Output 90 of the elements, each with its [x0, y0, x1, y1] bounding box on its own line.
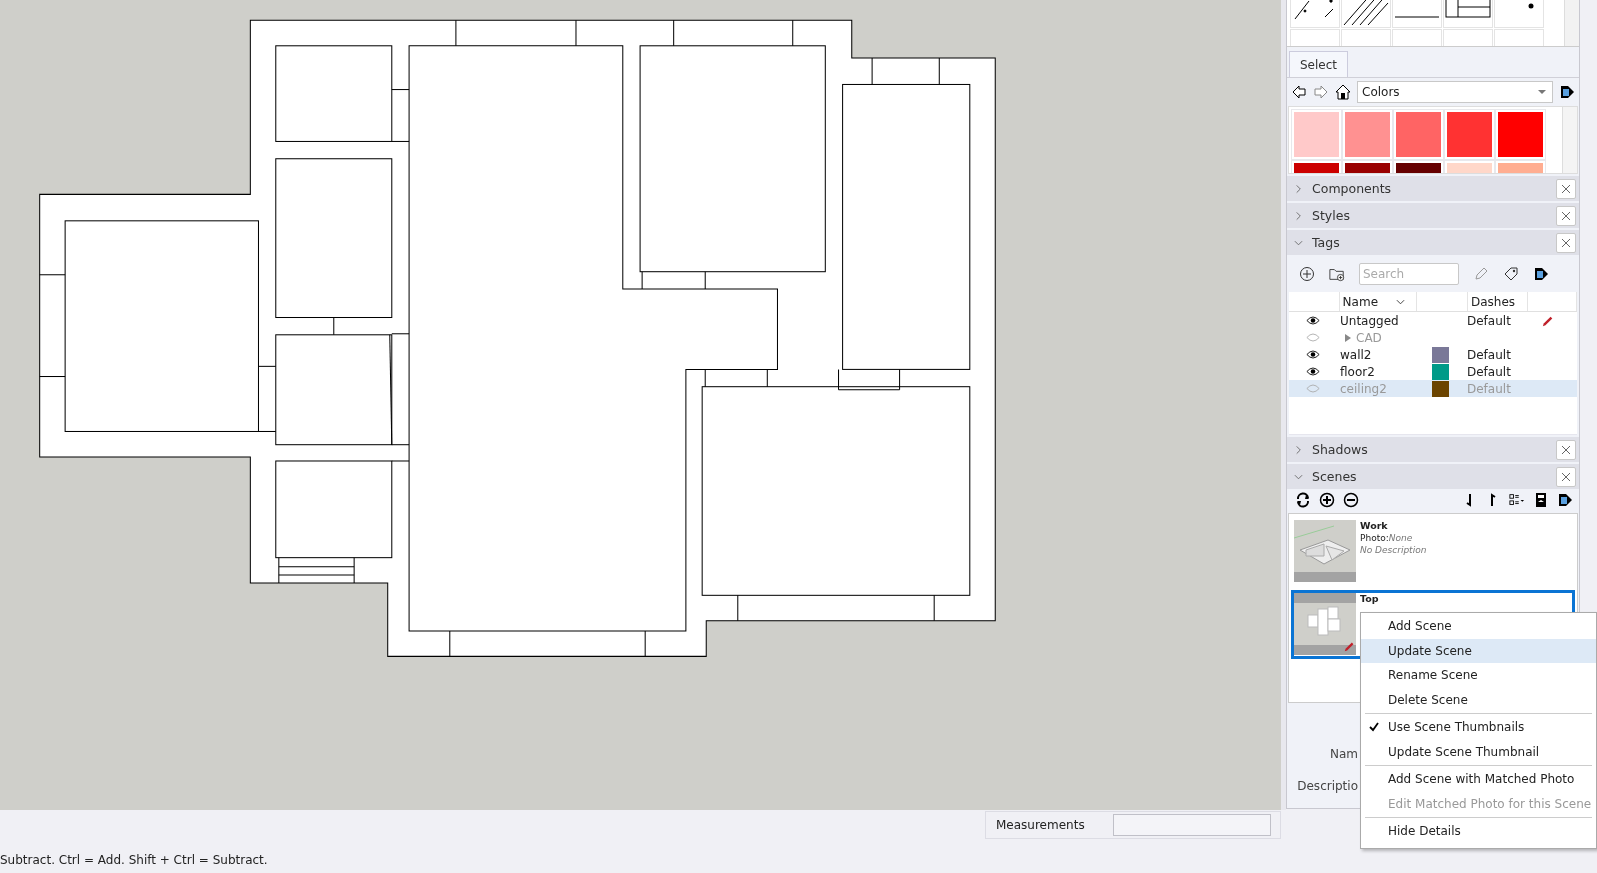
column-header[interactable]: Name: [1342, 294, 1378, 309]
close-icon: [1561, 237, 1571, 248]
forward-arrow-icon[interactable]: [1313, 84, 1329, 100]
color-swatch[interactable]: [1294, 112, 1339, 157]
tag-row[interactable]: floor2 Default: [1289, 363, 1577, 380]
search-field[interactable]: Search: [1359, 263, 1459, 285]
scrollbar[interactable]: [1564, 0, 1579, 46]
details-icon[interactable]: [1557, 492, 1573, 508]
close-button[interactable]: [1556, 466, 1576, 487]
scene-name: Work: [1360, 520, 1389, 532]
close-icon: [1561, 471, 1571, 482]
dashes-value[interactable]: Default: [1467, 364, 1511, 379]
texture-swatch[interactable]: [1495, 0, 1543, 27]
details-icon[interactable]: [1559, 84, 1575, 100]
menu-item[interactable]: Update Scene: [1361, 638, 1596, 663]
tray-title: Shadows: [1312, 442, 1369, 457]
menu-item[interactable]: Update Scene Thumbnail: [1361, 739, 1596, 764]
close-button[interactable]: [1556, 439, 1576, 460]
color-swatch[interactable]: [1447, 112, 1492, 157]
column-header[interactable]: Dashes: [1471, 294, 1516, 309]
scrollbar[interactable]: [1562, 107, 1577, 173]
menu-item[interactable]: Rename Scene: [1361, 663, 1596, 688]
dashes-value[interactable]: Default: [1467, 347, 1511, 362]
eye-icon[interactable]: [1306, 350, 1320, 359]
folder-add-icon[interactable]: [1329, 266, 1345, 282]
dropdown-caret-icon: [1538, 90, 1546, 94]
tag-icon[interactable]: [1503, 266, 1519, 282]
texture-swatch[interactable]: [1291, 0, 1339, 27]
menu-item[interactable]: Hide Details: [1361, 819, 1596, 844]
close-icon: [1561, 183, 1571, 194]
panel-icon[interactable]: [1533, 492, 1549, 508]
measurements-field[interactable]: [1112, 814, 1271, 836]
close-button[interactable]: [1556, 232, 1576, 253]
tag-row[interactable]: wall2 Default: [1289, 346, 1577, 363]
status-hint: Subtract. Ctrl = Add. Shift + Ctrl = Subtract.: [0, 853, 268, 867]
select-tab[interactable]: Select: [1289, 51, 1349, 77]
pencil-icon[interactable]: [1473, 266, 1489, 282]
tag-name: ceiling2: [1340, 381, 1387, 396]
menu-item[interactable]: Add Scene with Matched Photo: [1361, 767, 1596, 792]
home-icon[interactable]: [1335, 84, 1351, 100]
back-arrow-icon[interactable]: [1291, 84, 1307, 100]
tray-header[interactable]: Scenes: [1287, 464, 1579, 489]
measurements-label: Measurements: [996, 818, 1085, 832]
tray-header[interactable]: Styles: [1287, 203, 1579, 228]
tray-title: Components: [1312, 181, 1393, 196]
tag-color-swatch[interactable]: [1431, 380, 1449, 397]
color-swatch[interactable]: [1498, 112, 1543, 157]
remove-icon[interactable]: [1343, 492, 1359, 508]
field-label: Nam: [1329, 747, 1358, 761]
tag-name: CAD: [1356, 330, 1382, 345]
eye-icon[interactable]: [1306, 316, 1320, 325]
tray-header[interactable]: Shadows: [1287, 437, 1579, 462]
tray-title: Scenes: [1312, 469, 1358, 484]
menu-item[interactable]: Use Scene Thumbnails: [1361, 715, 1596, 740]
view-options-icon[interactable]: [1509, 492, 1525, 508]
tag-name: wall2: [1340, 347, 1372, 362]
tag-row[interactable]: Untagged Default: [1289, 312, 1577, 329]
add-icon[interactable]: [1299, 266, 1315, 282]
texture-swatch[interactable]: [1342, 0, 1390, 27]
tag-name: floor2: [1340, 364, 1375, 379]
tray-title: Styles: [1312, 208, 1351, 223]
tag-color-swatch[interactable]: [1431, 346, 1449, 363]
menu-item[interactable]: Delete Scene: [1361, 687, 1596, 712]
pencil-icon: [1344, 641, 1355, 652]
photo-info: Photo:None: [1360, 532, 1414, 544]
dashes-value[interactable]: Default: [1467, 313, 1511, 328]
texture-swatch[interactable]: [1444, 0, 1492, 27]
tag-color-swatch[interactable]: [1431, 363, 1449, 380]
texture-swatch[interactable]: [1393, 0, 1441, 27]
close-button[interactable]: [1556, 205, 1576, 226]
details-icon[interactable]: [1533, 266, 1549, 282]
scene-description: No Description: [1360, 544, 1427, 556]
scene-name: Top: [1360, 593, 1379, 605]
add-icon[interactable]: [1319, 492, 1335, 508]
tag-name: Untagged: [1340, 313, 1399, 328]
close-icon: [1561, 210, 1571, 221]
expand-triangle-icon[interactable]: [1345, 333, 1351, 342]
close-icon: [1561, 444, 1571, 455]
field-label: Descriptio: [1297, 779, 1358, 793]
scene-item[interactable]: Work Photo:None No Description: [1291, 517, 1575, 586]
tray-header[interactable]: Tags: [1287, 230, 1579, 255]
eye-icon[interactable]: [1306, 367, 1320, 376]
library-dropdown[interactable]: Colors: [1357, 81, 1553, 103]
color-swatch[interactable]: [1345, 112, 1390, 157]
tray-title: Tags: [1312, 235, 1341, 250]
tray-header[interactable]: Components: [1287, 176, 1579, 201]
color-swatch[interactable]: [1396, 112, 1441, 157]
sort-caret-icon: [1396, 298, 1405, 305]
close-button[interactable]: [1556, 178, 1576, 199]
refresh-icon[interactable]: [1295, 492, 1311, 508]
